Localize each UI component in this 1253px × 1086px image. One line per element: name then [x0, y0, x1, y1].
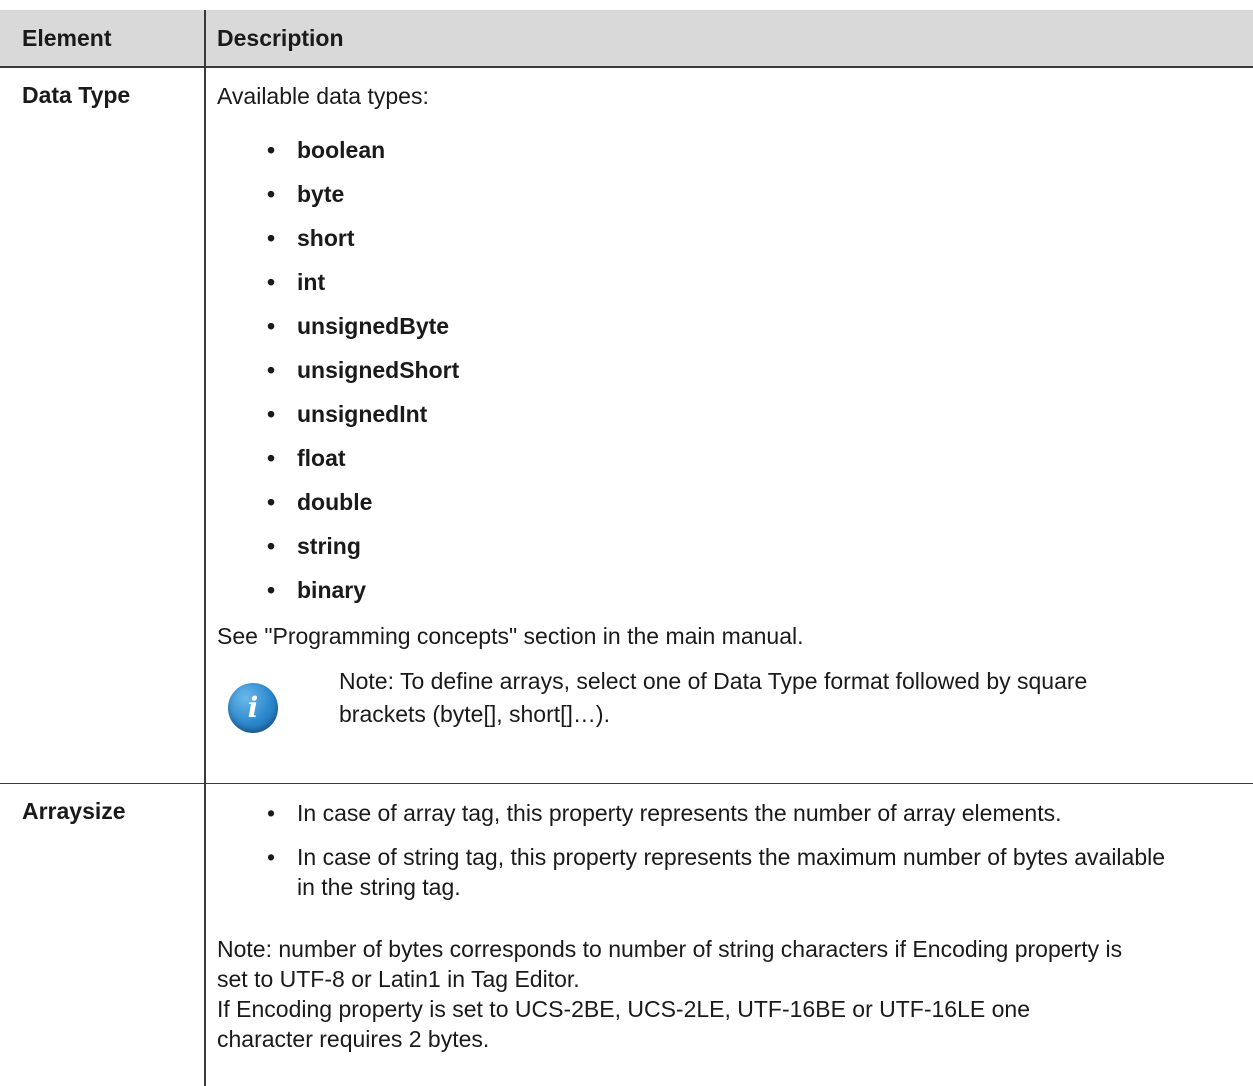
properties-table: Element Description Data Type Available … — [0, 10, 1253, 1086]
list-item: • float — [267, 445, 346, 471]
arraysize-note: Note: number of bytes corresponds to num… — [217, 934, 1245, 1054]
description-intro: Available data types: — [217, 83, 429, 109]
list-item: • short — [267, 225, 355, 251]
list-item: • unsignedInt — [267, 401, 428, 427]
list-item: • string — [267, 533, 361, 559]
list-item: • byte — [267, 181, 345, 207]
info-icon: i — [228, 683, 278, 733]
list-item: • double — [267, 489, 373, 515]
data-type-list: • boolean • byte • short • int • unsignedByte… — [217, 128, 1245, 612]
table-header: Element Description — [0, 10, 1253, 68]
note-line-2: brackets (byte[], short[]…). — [339, 701, 610, 727]
column-divider — [204, 68, 206, 783]
list-item: • In case of string tag, this property re… — [267, 844, 1166, 900]
list-item: • boolean — [267, 137, 386, 163]
note-line: Note: number of bytes corresponds to num… — [217, 936, 1123, 962]
note-line: character requires 2 bytes. — [217, 1026, 490, 1052]
list-item: • unsignedShort — [267, 357, 460, 383]
list-item: • In case of array tag, this property rep… — [267, 800, 1062, 826]
header-description: Description — [217, 25, 344, 51]
table-row-data-type: Data Type Available data types: • boolean… — [0, 68, 1253, 784]
arraysize-bullets: • In case of array tag, this property rep… — [217, 798, 1233, 916]
note-line: set to UTF-8 or Latin1 in Tag Editor. — [217, 966, 580, 992]
list-item: • int — [267, 269, 326, 295]
see-also-text: See "Programming concepts" section in th… — [217, 623, 804, 649]
note-line-1: Note: To define arrays, select one of Da… — [339, 668, 1088, 694]
column-divider — [204, 784, 206, 1086]
list-item: • binary — [267, 577, 367, 603]
element-name: Arraysize — [22, 798, 126, 824]
note-line: If Encoding property is set to UCS-2BE, … — [217, 996, 1030, 1022]
list-item: • unsignedByte — [267, 313, 450, 339]
element-name: Data Type — [22, 82, 131, 108]
table-row-arraysize: Arraysize • In case of array tag, this pr… — [0, 784, 1253, 1086]
column-divider — [204, 10, 206, 66]
header-element: Element — [22, 25, 112, 51]
